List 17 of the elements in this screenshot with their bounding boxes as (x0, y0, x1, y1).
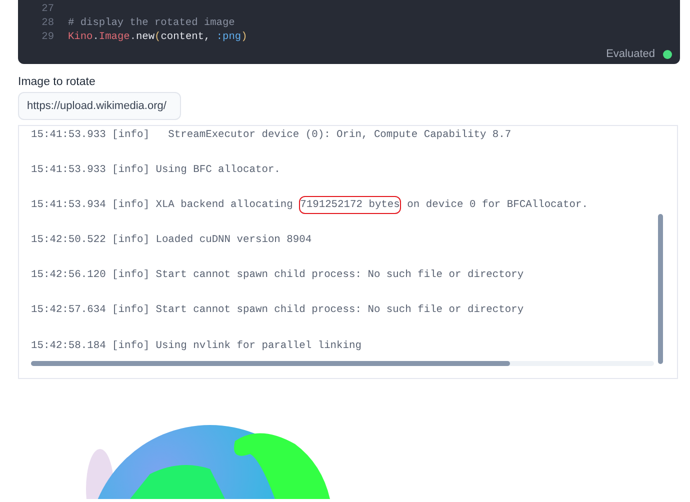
code-line: Kino.Image.new(content, :png) (68, 30, 248, 44)
horizontal-scrollbar-thumb[interactable] (31, 361, 510, 366)
log-line: 15:42:57.634 [info] Start cannot spawn child process: No such file or directory (31, 303, 525, 318)
status-label: Evaluated (606, 48, 655, 60)
log-line: 15:42:50.522 [info] Loaded cuDNN version 8904 (31, 233, 313, 248)
line-number: 29 (40, 30, 55, 44)
line-number: 27 (40, 2, 55, 16)
log-line: 15:41:53.933 [info] Using BFC allocator. (31, 163, 282, 178)
url-input-field[interactable]: https://upload.wikimedia.org/ (18, 92, 181, 120)
vertical-scrollbar-thumb[interactable] (658, 214, 663, 364)
log-line: 15:42:56.120 [info] Start cannot spawn child process: No such file or directory (31, 268, 525, 282)
log-line: 15:41:53.933 [info] StreamExecutor device (0): Orin, Compute Capability 8.7 (31, 128, 512, 142)
code-line: # display the rotated image (68, 16, 235, 30)
log-line: 15:42:58.184 [info] Using nvlink for parallel linking (31, 338, 362, 353)
field-label: Image to rotate (18, 76, 96, 88)
line-number: 28 (40, 16, 55, 30)
log-line: 15:41:53.934 [info] XLA backend allocating 7191252172 bytes on device 0 for BFCAllocator. (31, 198, 654, 212)
